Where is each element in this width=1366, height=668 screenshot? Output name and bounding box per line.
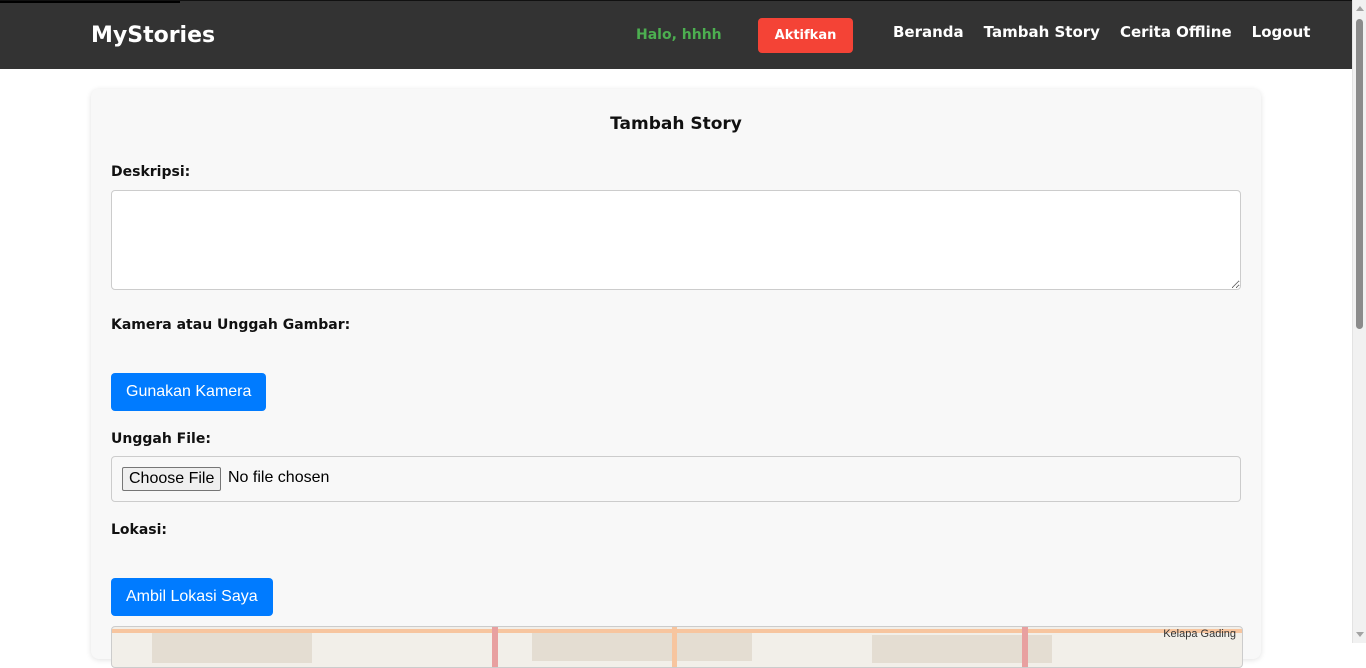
camera-upload-label: Kamera atau Unggah Gambar: [111,317,351,333]
page-scrollbar[interactable] [1352,0,1366,643]
get-my-location-button[interactable]: Ambil Lokasi Saya [111,578,273,616]
location-label: Lokasi: [111,522,168,538]
file-status-text: No file chosen [228,469,330,486]
nav-link-logout[interactable]: Logout [1252,23,1311,41]
scroll-down-arrow-icon[interactable] [1356,632,1364,637]
map-road [112,629,1242,633]
scrollbar-thumb[interactable] [1356,19,1363,329]
description-textarea[interactable] [111,190,1241,290]
description-label: Deskripsi: [111,164,191,180]
choose-file-button[interactable]: Choose File [122,467,222,491]
map-road [672,627,677,667]
use-camera-button[interactable]: Gunakan Kamera [111,373,267,411]
loading-bar [0,1,180,3]
location-map[interactable]: Kelapa Gading [111,626,1243,668]
map-block [152,633,312,663]
main-nav: Beranda Tambah Story Cerita Offline Logo… [893,23,1330,41]
map-road [1022,627,1028,667]
map-block [532,631,752,661]
nav-link-cerita-offline[interactable]: Cerita Offline [1120,23,1232,41]
add-story-form-card: Tambah Story Deskripsi: Kamera atau Ungg… [91,89,1261,668]
map-place-label: Kelapa Gading [1163,628,1236,640]
page-title: Tambah Story [610,114,742,134]
top-navbar: MyStories Halo, hhhh Aktifkan Beranda Ta… [0,0,1366,69]
brand-logo[interactable]: MyStories [91,23,215,48]
activate-notifications-button[interactable]: Aktifkan [758,18,853,53]
map-road [492,627,498,667]
nav-link-tambah-story[interactable]: Tambah Story [984,23,1100,41]
upload-file-label: Unggah File: [111,431,211,447]
file-input[interactable]: Choose File No file chosen [111,456,1241,502]
scroll-up-arrow-icon[interactable] [1356,6,1364,11]
nav-link-beranda[interactable]: Beranda [893,23,964,41]
user-greeting: Halo, hhhh [636,27,722,43]
